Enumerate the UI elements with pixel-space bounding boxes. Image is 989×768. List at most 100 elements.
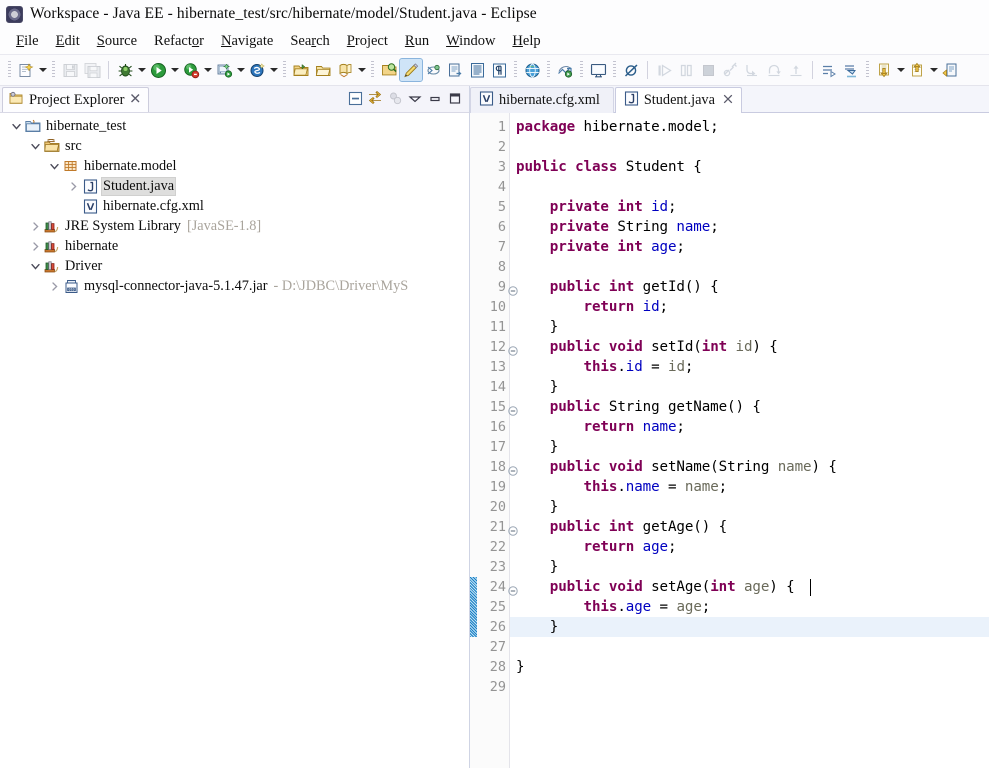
- tree-item-mysql-connector-java-5-1-47-jar[interactable]: 010 mysql-connector-java-5.1.47.jar - D:\J…: [0, 276, 469, 296]
- code-line[interactable]: }: [516, 377, 989, 397]
- code-line[interactable]: }: [510, 617, 989, 637]
- run-dropdown-arrow-icon[interactable]: [169, 59, 180, 81]
- code-line[interactable]: package hibernate.model;: [516, 117, 989, 137]
- code-line[interactable]: public void setId(int id) {: [516, 337, 989, 357]
- forward-history-dropdown-arrow-icon[interactable]: [928, 59, 939, 81]
- chevron-down-icon[interactable]: [8, 116, 24, 136]
- debug-icon[interactable]: [114, 59, 136, 81]
- run-icon[interactable]: [147, 59, 169, 81]
- minimize-icon[interactable]: [425, 89, 445, 108]
- back-history-dropdown-arrow-icon[interactable]: [895, 59, 906, 81]
- search-icon[interactable]: [378, 59, 400, 81]
- java-editor[interactable]: 1 2 3 4 5 6 7 8 9 10 11 12 13 14 15 16 17 18 19 20 21 22 23 24 2…: [470, 113, 989, 768]
- link-editor-icon[interactable]: [422, 59, 444, 81]
- open-type-icon[interactable]: [290, 59, 312, 81]
- debug-dropdown-arrow-icon[interactable]: [136, 59, 147, 81]
- tree-item-driver[interactable]: Driver: [0, 256, 469, 276]
- close-icon[interactable]: [723, 93, 733, 108]
- toolbar-grip[interactable]: [613, 61, 616, 79]
- chevron-right-icon[interactable]: [27, 236, 43, 256]
- toolbar-grip[interactable]: [514, 61, 517, 79]
- menu-source[interactable]: Source: [89, 31, 146, 52]
- code-line[interactable]: public class Student {: [516, 157, 989, 177]
- project-tree[interactable]: hibernate_test src hibernate.model Student.…: [0, 113, 469, 768]
- menu-refactor[interactable]: Refactor: [146, 31, 213, 52]
- code-line[interactable]: private String name;: [516, 217, 989, 237]
- menu-help[interactable]: Help: [504, 31, 549, 52]
- terminal-icon[interactable]: [587, 59, 609, 81]
- code-line[interactable]: }: [516, 317, 989, 337]
- code-line[interactable]: return id;: [516, 297, 989, 317]
- new-java-class-dropdown-arrow-icon[interactable]: [356, 59, 367, 81]
- code-line[interactable]: this.name = name;: [516, 477, 989, 497]
- toolbar-grip[interactable]: [866, 61, 869, 79]
- next-annotation-icon[interactable]: [444, 59, 466, 81]
- menu-search[interactable]: Search: [282, 31, 338, 52]
- code-line[interactable]: }: [516, 657, 989, 677]
- code-line[interactable]: return name;: [516, 417, 989, 437]
- code-line[interactable]: private int id;: [516, 197, 989, 217]
- new-server-dropdown-arrow-icon[interactable]: [268, 59, 279, 81]
- chevron-right-icon[interactable]: [65, 176, 81, 196]
- toolbar-grip[interactable]: [8, 61, 11, 79]
- tree-item-hibernate-test[interactable]: hibernate_test: [0, 116, 469, 136]
- code-line[interactable]: [516, 637, 989, 657]
- toggle-mark-occurrences-icon[interactable]: [399, 58, 423, 82]
- toolbar-grip[interactable]: [580, 61, 583, 79]
- menu-edit[interactable]: Edit: [48, 31, 89, 52]
- line-number-ruler[interactable]: 1 2 3 4 5 6 7 8 9 10 11 12 13 14 15 16 17 18 19 20 21 22 23 24 2…: [477, 113, 518, 768]
- view-menu-icon[interactable]: [405, 89, 425, 108]
- code-line[interactable]: [516, 677, 989, 697]
- code-line[interactable]: }: [516, 437, 989, 457]
- forward-history-icon[interactable]: [906, 59, 928, 81]
- editor-tab-student-java[interactable]: Student.java: [614, 87, 742, 113]
- code-line[interactable]: public int getAge() {: [516, 517, 989, 537]
- chevron-right-icon[interactable]: [46, 276, 62, 296]
- editor-tab-hibernate-cfg-xml[interactable]: hibernate.cfg.xml: [470, 87, 614, 113]
- code-line[interactable]: [516, 257, 989, 277]
- tree-item-hibernate-cfg-xml[interactable]: hibernate.cfg.xml: [0, 196, 469, 216]
- toolbar-grip[interactable]: [52, 61, 55, 79]
- new-server-icon[interactable]: [246, 59, 268, 81]
- code-line[interactable]: this.age = age;: [516, 597, 989, 617]
- close-icon[interactable]: [130, 91, 141, 109]
- tree-item-hibernate-model[interactable]: hibernate.model: [0, 156, 469, 176]
- tree-item-jre-system-library[interactable]: JRE System Library [JavaSE-1.8]: [0, 216, 469, 236]
- toolbar-grip[interactable]: [371, 61, 374, 79]
- run-server-icon[interactable]: [213, 59, 235, 81]
- last-edit-location-icon[interactable]: [818, 59, 840, 81]
- maximize-icon[interactable]: [445, 89, 465, 108]
- chevron-right-icon[interactable]: [27, 216, 43, 236]
- new-wizard-dropdown-arrow-icon[interactable]: [37, 59, 48, 81]
- tree-item-hibernate[interactable]: hibernate: [0, 236, 469, 256]
- chevron-down-icon[interactable]: [27, 136, 43, 156]
- tab-project-explorer[interactable]: Project Explorer: [2, 87, 150, 112]
- code-text-area[interactable]: package hibernate.model; public class St…: [510, 113, 989, 768]
- menu-file[interactable]: File: [8, 31, 48, 52]
- tree-item-student-java[interactable]: Student.java: [0, 176, 469, 196]
- code-line[interactable]: public String getName() {: [516, 397, 989, 417]
- link-with-editor-icon[interactable]: [365, 89, 385, 108]
- menu-window[interactable]: Window: [438, 31, 504, 52]
- previous-annotation-icon[interactable]: [939, 59, 961, 81]
- toolbar-grip[interactable]: [283, 61, 286, 79]
- code-line[interactable]: [516, 177, 989, 197]
- paragraph-mark-icon[interactable]: [488, 59, 510, 81]
- menu-navigate[interactable]: Navigate: [213, 31, 282, 52]
- run-coverage-icon[interactable]: [180, 59, 202, 81]
- publish-icon[interactable]: [554, 59, 576, 81]
- collapse-all-icon[interactable]: [345, 89, 365, 108]
- code-line[interactable]: private int age;: [516, 237, 989, 257]
- code-line[interactable]: public int getId() {: [516, 277, 989, 297]
- menu-project[interactable]: Project: [339, 31, 397, 52]
- code-line[interactable]: }: [516, 557, 989, 577]
- chevron-down-icon[interactable]: [27, 256, 43, 276]
- web-browser-icon[interactable]: [521, 59, 543, 81]
- next-edit-icon[interactable]: [840, 59, 862, 81]
- code-line[interactable]: }: [516, 497, 989, 517]
- code-line[interactable]: public void setAge(int age) {: [516, 577, 989, 597]
- code-line[interactable]: [516, 137, 989, 157]
- run-coverage-dropdown-arrow-icon[interactable]: [202, 59, 213, 81]
- show-whitespace-icon[interactable]: [466, 59, 488, 81]
- chevron-down-icon[interactable]: [46, 156, 62, 176]
